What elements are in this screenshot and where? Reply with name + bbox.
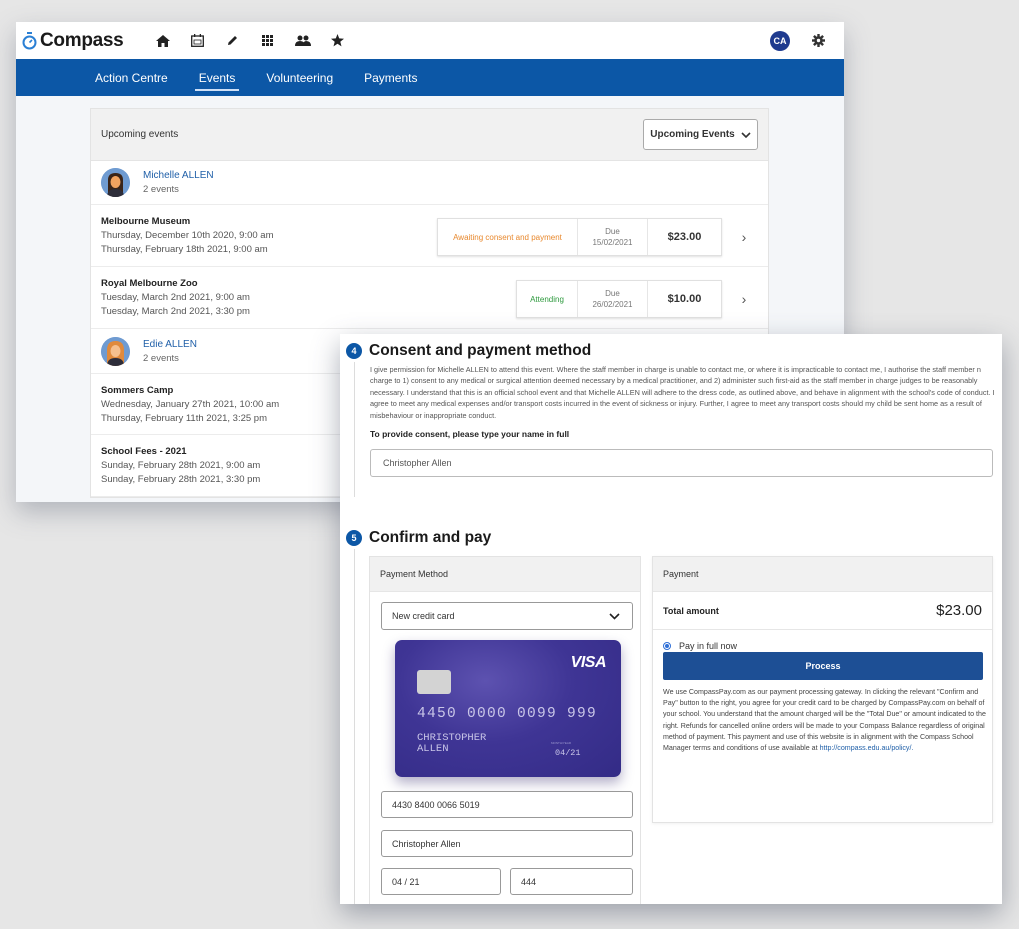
event-title: Melbourne Museum bbox=[101, 216, 191, 227]
app-name: Compass bbox=[40, 29, 124, 51]
consent-name-input[interactable]: Christopher Allen bbox=[370, 449, 993, 477]
card-number-input[interactable]: 4430 8400 0066 5019 bbox=[381, 791, 633, 818]
people-icon[interactable] bbox=[285, 35, 320, 46]
events-filter-value: Upcoming Events bbox=[650, 129, 735, 140]
person-name[interactable]: Michelle ALLEN bbox=[143, 170, 214, 181]
event-row[interactable]: Melbourne Museum Thursday, December 10th… bbox=[91, 205, 768, 267]
person-event-count: 2 events bbox=[143, 352, 179, 364]
event-row[interactable]: Royal Melbourne Zoo Tuesday, March 2nd 2… bbox=[91, 267, 768, 329]
card-expiry-caption: MONTH/YEAR bbox=[551, 741, 572, 745]
step-connector bbox=[354, 362, 355, 497]
event-summary: Awaiting consent and payment Due 15/02/2… bbox=[437, 218, 722, 256]
due-value: 26/02/2021 bbox=[592, 300, 633, 309]
chevron-down-icon bbox=[741, 131, 751, 138]
payment-method-select[interactable]: New credit card bbox=[381, 602, 633, 630]
event-end: Tuesday, March 2nd 2021, 3:30 pm bbox=[101, 306, 250, 317]
grid-icon[interactable] bbox=[250, 35, 285, 46]
card-cvv-input[interactable]: 444 bbox=[510, 868, 633, 895]
card-preview-expiry: 04/21 bbox=[555, 748, 581, 758]
tab-volunteering[interactable]: Volunteering bbox=[266, 59, 333, 96]
payment-terms: We use CompassPay.com as our payment pro… bbox=[663, 687, 987, 754]
event-start: Wednesday, January 27th 2021, 10:00 am bbox=[101, 398, 280, 410]
payment-method-value: New credit card bbox=[392, 611, 455, 621]
event-end: Thursday, February 11th 2021, 3:25 pm bbox=[101, 412, 267, 424]
event-title: School Fees - 2021 bbox=[101, 446, 187, 457]
due-date: Due 26/02/2021 bbox=[578, 281, 648, 317]
card-name-input[interactable]: Christopher Allen bbox=[381, 830, 633, 857]
chevron-down-icon bbox=[609, 612, 620, 620]
event-amount: $23.00 bbox=[667, 231, 702, 243]
process-button[interactable]: Process bbox=[663, 652, 983, 680]
card-holder-line2: ALLEN bbox=[417, 743, 449, 755]
calendar-icon[interactable] bbox=[180, 34, 215, 47]
terms-text: We use CompassPay.com as our payment pro… bbox=[663, 688, 986, 753]
visa-logo: VISA bbox=[570, 654, 607, 671]
home-icon[interactable] bbox=[145, 34, 180, 47]
due-value: 15/02/2021 bbox=[592, 238, 633, 247]
event-title: Sommers Camp bbox=[101, 384, 174, 396]
event-title: Royal Melbourne Zoo bbox=[101, 278, 198, 289]
pencil-icon[interactable] bbox=[215, 35, 250, 46]
consent-text: I give permission for Michelle ALLEN to … bbox=[370, 365, 995, 420]
card-chip-icon bbox=[417, 670, 451, 694]
status-badge: Awaiting consent and payment bbox=[438, 219, 578, 255]
radio-pay-full[interactable]: Pay in full now bbox=[663, 640, 992, 652]
user-avatar[interactable]: CA bbox=[770, 30, 790, 51]
status-badge: Attending bbox=[517, 281, 578, 317]
payment-header: Payment bbox=[653, 557, 992, 592]
radio-selected-icon[interactable] bbox=[663, 642, 671, 650]
panel-title: Upcoming events bbox=[101, 129, 179, 140]
person-name[interactable]: Edie ALLEN bbox=[143, 339, 197, 350]
tab-action-centre[interactable]: Action Centre bbox=[95, 59, 168, 96]
consent-name-label: To provide consent, please type your nam… bbox=[370, 429, 570, 439]
card-preview-number: 4450 0000 0099 999 bbox=[417, 706, 598, 722]
payment-method-header: Payment Method bbox=[370, 557, 640, 592]
due-date: Due 15/02/2021 bbox=[578, 219, 648, 255]
stopwatch-icon bbox=[22, 31, 37, 49]
event-amount: $10.00 bbox=[667, 293, 702, 305]
person-event-count: 2 events bbox=[143, 184, 179, 195]
total-label: Total amount bbox=[663, 605, 719, 616]
step-confirm-heading: 5 Confirm and pay bbox=[346, 529, 491, 547]
due-label: Due bbox=[605, 289, 620, 298]
step-connector bbox=[354, 549, 355, 904]
tab-events[interactable]: Events bbox=[194, 59, 240, 96]
policy-link[interactable]: http://compass.edu.au/policy/. bbox=[820, 744, 914, 752]
star-icon[interactable] bbox=[320, 34, 355, 47]
tab-payments[interactable]: Payments bbox=[364, 59, 417, 96]
person-header: Michelle ALLEN 2 events bbox=[91, 161, 768, 205]
main-nav: Action Centre Events Volunteering Paymen… bbox=[16, 59, 844, 96]
payment-summary-card: Payment Total amount $23.00 Pay in full … bbox=[652, 556, 993, 823]
section-title: Confirm and pay bbox=[369, 529, 492, 546]
due-label: Due bbox=[605, 227, 620, 236]
payment-method-card: Payment Method New credit card VISA 4450… bbox=[369, 556, 641, 904]
event-start: Tuesday, March 2nd 2021, 9:00 am bbox=[101, 292, 250, 303]
step-number-badge: 5 bbox=[346, 530, 362, 546]
card-preview-holder: CHRISTOPHER ALLEN bbox=[417, 733, 486, 755]
section-title: Consent and payment method bbox=[369, 342, 592, 359]
event-start: Sunday, February 28th 2021, 9:00 am bbox=[101, 460, 261, 471]
payment-window: 4 Consent and payment method I give perm… bbox=[340, 334, 1002, 904]
radio-label: Pay in full now bbox=[679, 641, 738, 651]
total-row: Total amount $23.00 bbox=[653, 592, 992, 630]
step-consent-heading: 4 Consent and payment method bbox=[346, 342, 591, 360]
event-end: Thursday, February 18th 2021, 9:00 am bbox=[101, 244, 268, 255]
event-summary: Attending Due 26/02/2021 $10.00 bbox=[516, 280, 722, 318]
step-number-badge: 4 bbox=[346, 343, 362, 359]
event-start: Thursday, December 10th 2020, 9:00 am bbox=[101, 230, 274, 241]
card-expiry-input[interactable]: 04 / 21 bbox=[381, 868, 501, 895]
chevron-right-icon[interactable]: › bbox=[732, 229, 756, 245]
avatar bbox=[101, 336, 130, 366]
top-bar: Compass CA bbox=[16, 22, 844, 59]
chevron-right-icon[interactable]: › bbox=[732, 291, 756, 307]
credit-card-preview: VISA 4450 0000 0099 999 CHRISTOPHER ALLE… bbox=[395, 640, 621, 777]
event-end: Sunday, February 28th 2021, 3:30 pm bbox=[101, 474, 261, 485]
compass-logo[interactable]: Compass bbox=[22, 29, 124, 52]
gear-icon[interactable] bbox=[810, 33, 826, 49]
total-amount: $23.00 bbox=[936, 602, 982, 619]
avatar bbox=[101, 168, 130, 197]
events-filter-dropdown[interactable]: Upcoming Events bbox=[643, 119, 758, 150]
